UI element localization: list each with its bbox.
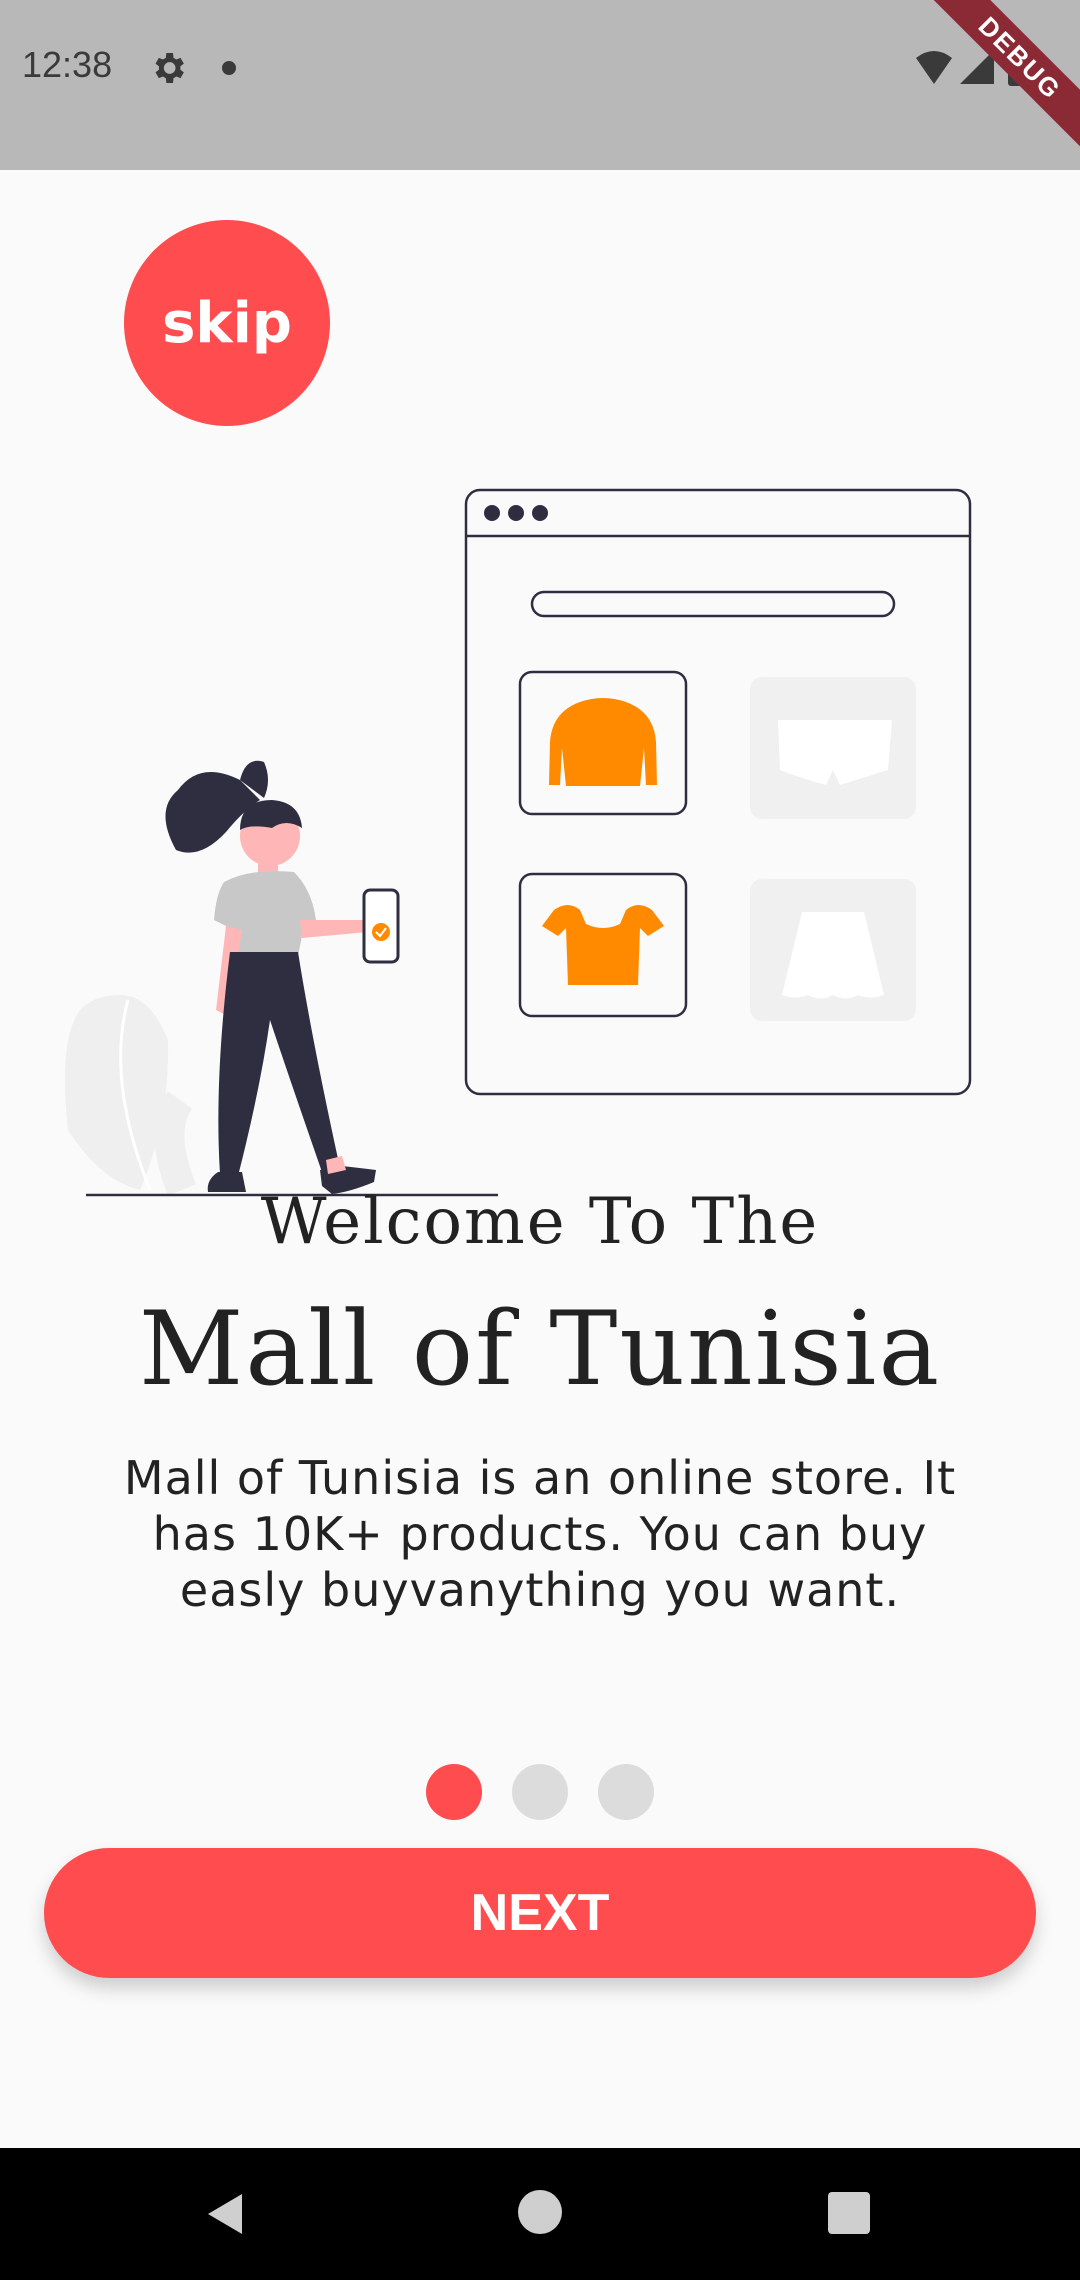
crop-top-icon xyxy=(542,905,664,985)
status-time: 12:38 xyxy=(22,44,113,85)
page-indicator-dot-1[interactable] xyxy=(426,1764,482,1820)
system-nav-bar xyxy=(0,2148,1080,2280)
gear-icon xyxy=(155,53,184,83)
sweater-icon xyxy=(549,698,657,786)
woman-illustration xyxy=(165,760,400,1194)
status-bar: 12:38 DEBUG xyxy=(0,0,1080,170)
page-indicator-dot-3[interactable] xyxy=(598,1764,654,1820)
plant-illustration xyxy=(64,995,197,1196)
welcome-heading: Welcome To The xyxy=(260,1185,820,1259)
page-indicator-dot-2[interactable] xyxy=(512,1764,568,1820)
recents-icon[interactable] xyxy=(828,2192,870,2234)
browser-window-illustration xyxy=(464,488,972,1096)
skip-button[interactable]: skip xyxy=(124,220,330,426)
shopping-illustration xyxy=(64,488,972,1197)
page-indicator xyxy=(0,1764,1080,1820)
next-button[interactable]: NEXT xyxy=(44,1848,1036,1978)
notification-dot-icon xyxy=(222,61,236,75)
home-icon[interactable] xyxy=(518,2190,562,2234)
back-icon[interactable] xyxy=(202,2190,250,2238)
page-title: Mall of Tunisia xyxy=(138,1290,942,1409)
onboarding-description: Mall of Tunisia is an online store. It h… xyxy=(123,1451,957,1617)
wifi-icon xyxy=(916,51,952,84)
